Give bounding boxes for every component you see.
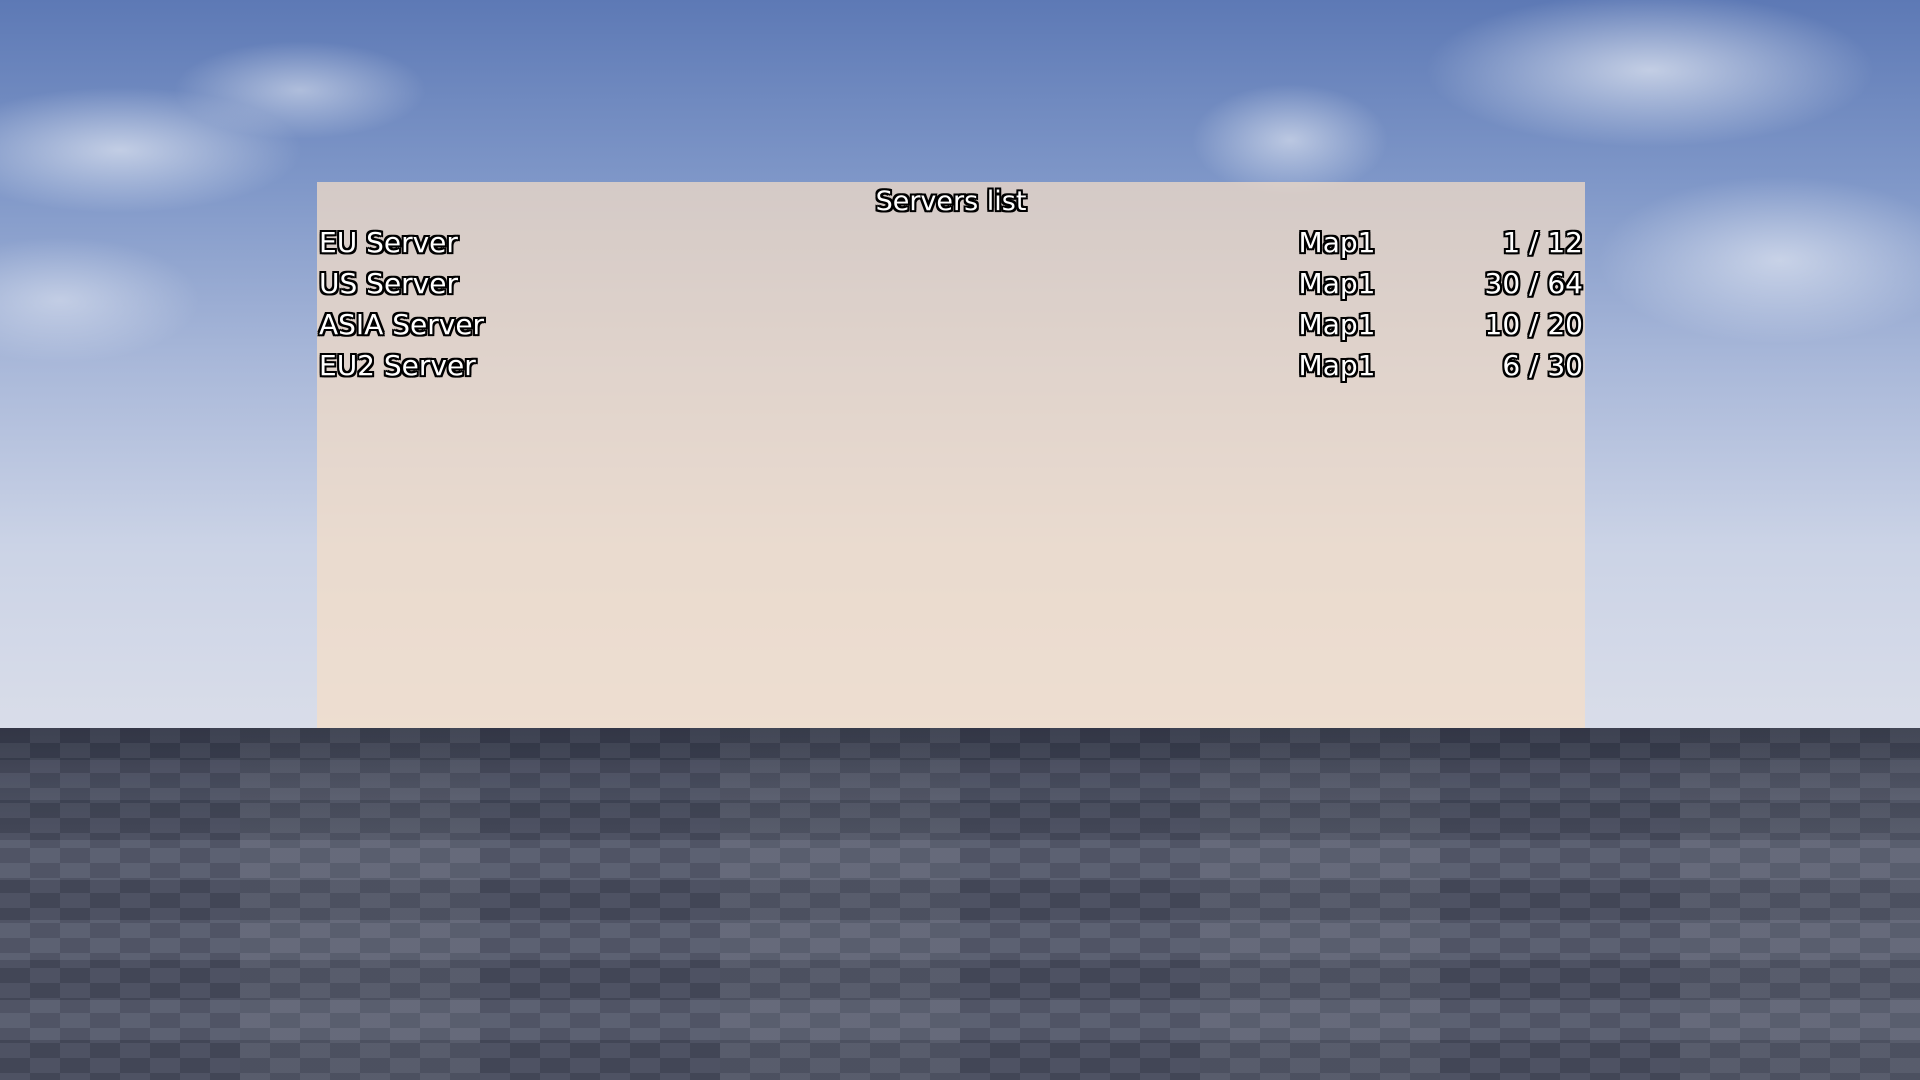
server-player-count: 10 / 20 <box>1484 308 1584 341</box>
server-name: US Server <box>319 267 458 300</box>
server-map: Map1 <box>1298 349 1376 382</box>
game-viewport: Servers list EU Server Map1 1 / 12 US Se… <box>0 0 1920 1080</box>
server-list: EU Server Map1 1 / 12 US Server Map1 30 … <box>317 222 1585 386</box>
server-row[interactable]: EU2 Server Map1 6 / 30 <box>317 345 1585 386</box>
server-map: Map1 <box>1298 267 1376 300</box>
server-row[interactable]: EU Server Map1 1 / 12 <box>317 222 1585 263</box>
server-map: Map1 <box>1298 308 1376 341</box>
server-name: EU2 Server <box>319 349 476 382</box>
checkered-floor <box>0 728 1920 1080</box>
server-name: EU Server <box>319 226 458 259</box>
panel-title: Servers list <box>875 186 1027 217</box>
server-player-count: 6 / 30 <box>1502 349 1583 382</box>
floor-pattern <box>0 728 1920 1080</box>
server-player-count: 1 / 12 <box>1502 226 1583 259</box>
server-map: Map1 <box>1298 226 1376 259</box>
server-player-count: 30 / 64 <box>1484 267 1584 300</box>
server-row[interactable]: US Server Map1 30 / 64 <box>317 263 1585 304</box>
server-row[interactable]: ASIA Server Map1 10 / 20 <box>317 304 1585 345</box>
server-list-panel: Servers list EU Server Map1 1 / 12 US Se… <box>317 182 1585 728</box>
server-name: ASIA Server <box>319 308 485 341</box>
